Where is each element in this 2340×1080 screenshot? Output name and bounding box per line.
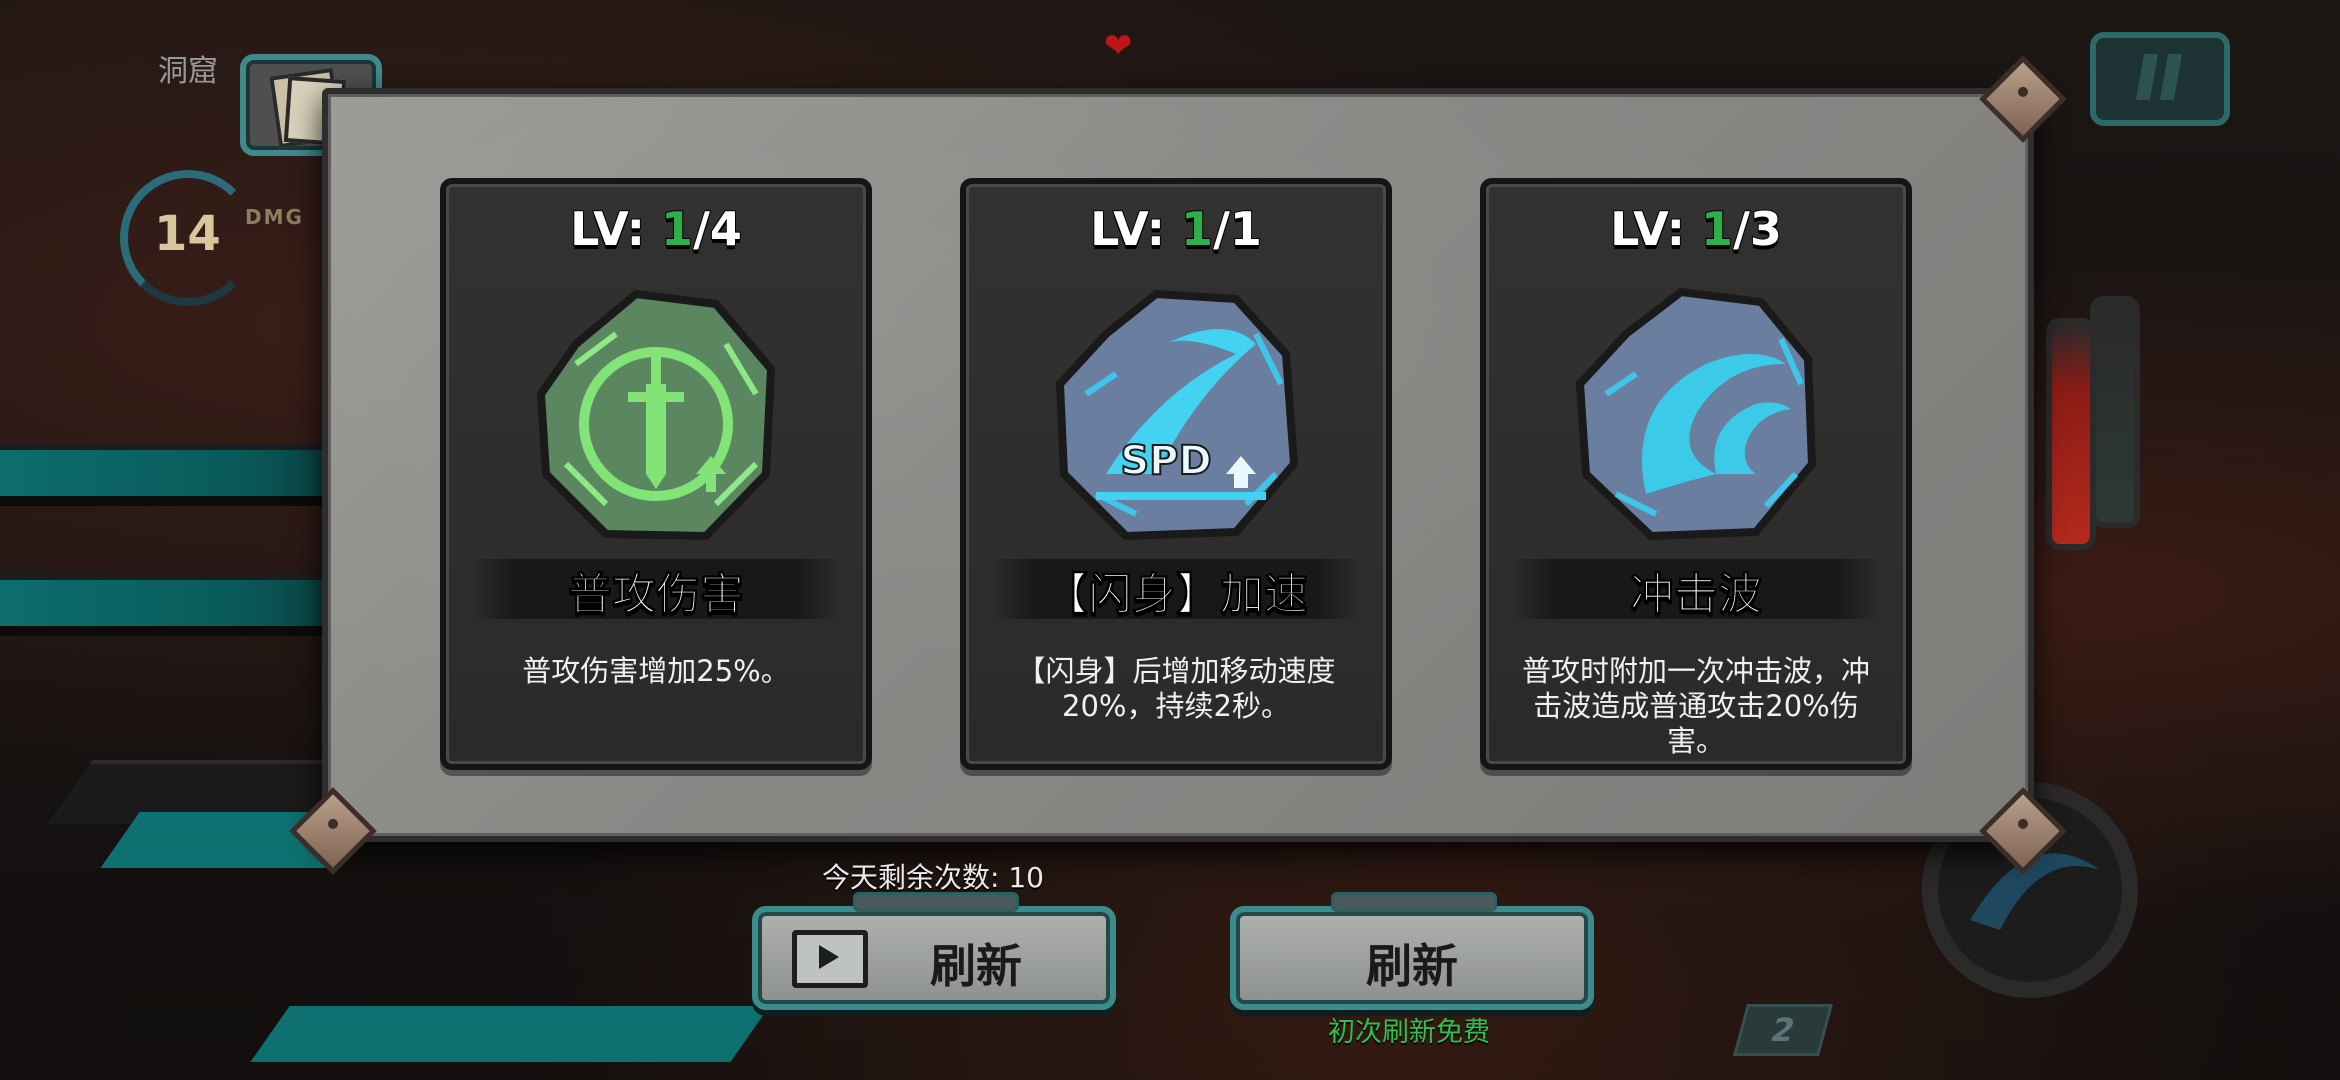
card-title: 普攻伤害 <box>568 569 745 621</box>
dmg-label: DMG <box>245 205 304 229</box>
upgrade-card-attack-damage[interactable]: LV: 1/4 普攻伤害 普攻伤害增加25%。 <box>440 178 872 770</box>
spd-text: SPD <box>1120 438 1211 484</box>
energy-gauge <box>2090 296 2140 528</box>
card-level: LV: 1/4 <box>569 201 743 257</box>
refresh-free-label: 刷新 <box>1366 939 1458 993</box>
card-title: 【闪身】加速 <box>1044 569 1309 621</box>
shockwave-icon <box>1575 287 1817 541</box>
counter-badge: 2 <box>1733 1004 1833 1056</box>
upgrade-selection-panel: LV: 1/4 普攻伤害 普攻伤害增加25%。 LV: 1/1 SPD 【闪身】… <box>289 55 2067 875</box>
sword-attack-up-icon <box>536 289 776 541</box>
card-description: 【闪身】后增加移动速度20%，持续2秒。 <box>1016 654 1336 723</box>
player-level: 14 <box>154 206 221 262</box>
player-level-ring: 14 <box>120 170 256 306</box>
card-description: 普攻时附加一次冲击波，冲击波造成普通攻击20%伤害。 <box>1521 654 1870 758</box>
card-level: LV: 1/1 <box>1089 201 1263 257</box>
floor-strip <box>250 1006 770 1062</box>
remaining-count: 今天剩余次数: 10 <box>822 861 1044 894</box>
upgrade-card-dodge-speed[interactable]: LV: 1/1 SPD 【闪身】加速 【闪身】后增加移动速度20%，持续2秒。 <box>960 178 1392 770</box>
speed-up-icon: SPD <box>1055 289 1299 541</box>
upgrade-card-shockwave[interactable]: LV: 1/3 冲击波 普攻时附加一次冲击波，冲击波造成普通攻击20%伤害。 <box>1480 178 1912 770</box>
card-description: 普攻伤害增加25%。 <box>522 654 790 688</box>
video-play-icon <box>792 930 868 988</box>
free-refresh-note: 初次刷新免费 <box>1328 1017 1490 1048</box>
heart-icon: ❤ <box>1104 26 1133 66</box>
pause-icon-bar <box>2135 54 2159 100</box>
card-title: 冲击波 <box>1630 569 1763 621</box>
stair-step <box>0 450 330 496</box>
stair-step <box>0 580 330 626</box>
location-label: 洞窟 <box>158 54 218 89</box>
refresh-free-button[interactable]: 刷新 <box>1230 892 1594 1010</box>
card-level: LV: 1/3 <box>1609 201 1783 257</box>
refresh-video-label: 刷新 <box>930 939 1022 993</box>
health-gauge <box>2046 318 2096 550</box>
pause-button[interactable] <box>2090 32 2230 126</box>
refresh-video-button[interactable]: 刷新 <box>752 892 1116 1010</box>
pause-icon-bar <box>2159 54 2183 100</box>
